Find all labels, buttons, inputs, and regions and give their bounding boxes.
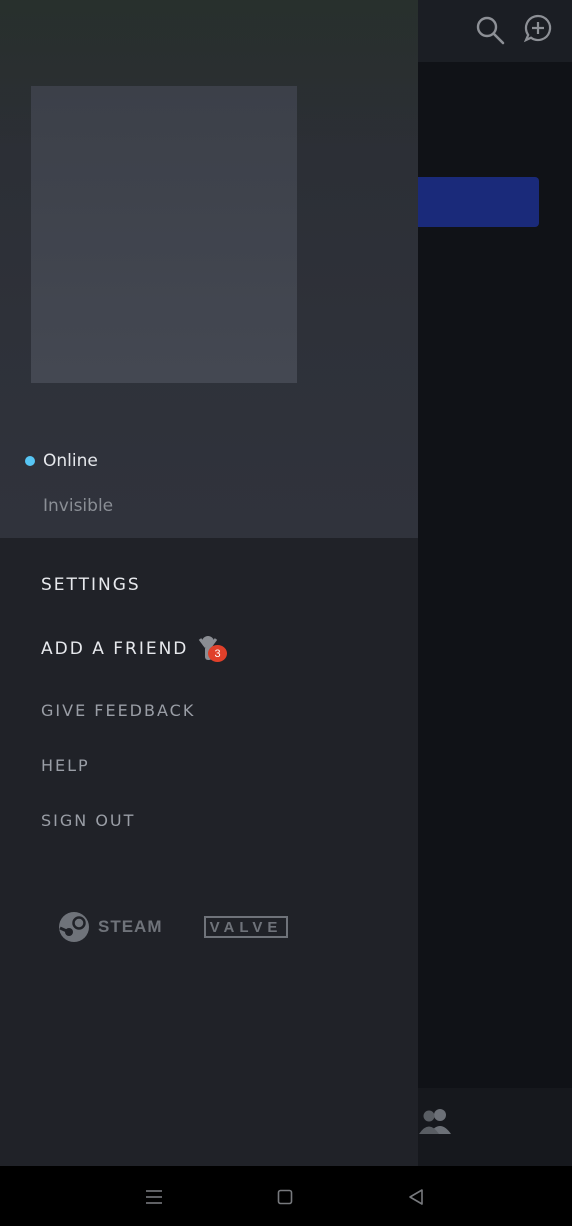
navigation-drawer: Online Invisible SETTINGS ADD A FRIEND 3… (0, 0, 418, 1166)
menu-icon[interactable] (144, 1188, 164, 1206)
friend-request-badge: 3 (208, 645, 227, 662)
settings-menu-item[interactable]: SETTINGS (41, 575, 141, 595)
status-online-indicator (25, 456, 35, 466)
add-friend-menu-item[interactable]: ADD A FRIEND (41, 639, 188, 659)
give-feedback-menu-item[interactable]: GIVE FEEDBACK (41, 701, 195, 720)
steam-logo-icon (59, 912, 89, 942)
avatar[interactable] (31, 86, 297, 383)
back-icon[interactable] (407, 1188, 425, 1206)
valve-logo: VALVE (204, 916, 288, 938)
new-chat-icon[interactable] (523, 13, 553, 45)
friends-icon[interactable] (416, 1106, 454, 1136)
home-icon[interactable] (277, 1189, 293, 1205)
status-option-invisible[interactable]: Invisible (43, 496, 113, 516)
steam-wordmark: STEAM (98, 917, 163, 936)
steam-logo: STEAM (58, 910, 163, 944)
system-navigation-bar (0, 1166, 572, 1226)
help-menu-item[interactable]: HELP (41, 756, 90, 775)
search-icon[interactable] (474, 14, 506, 46)
status-option-online[interactable]: Online (43, 451, 98, 471)
sign-out-menu-item[interactable]: SIGN OUT (41, 811, 135, 830)
